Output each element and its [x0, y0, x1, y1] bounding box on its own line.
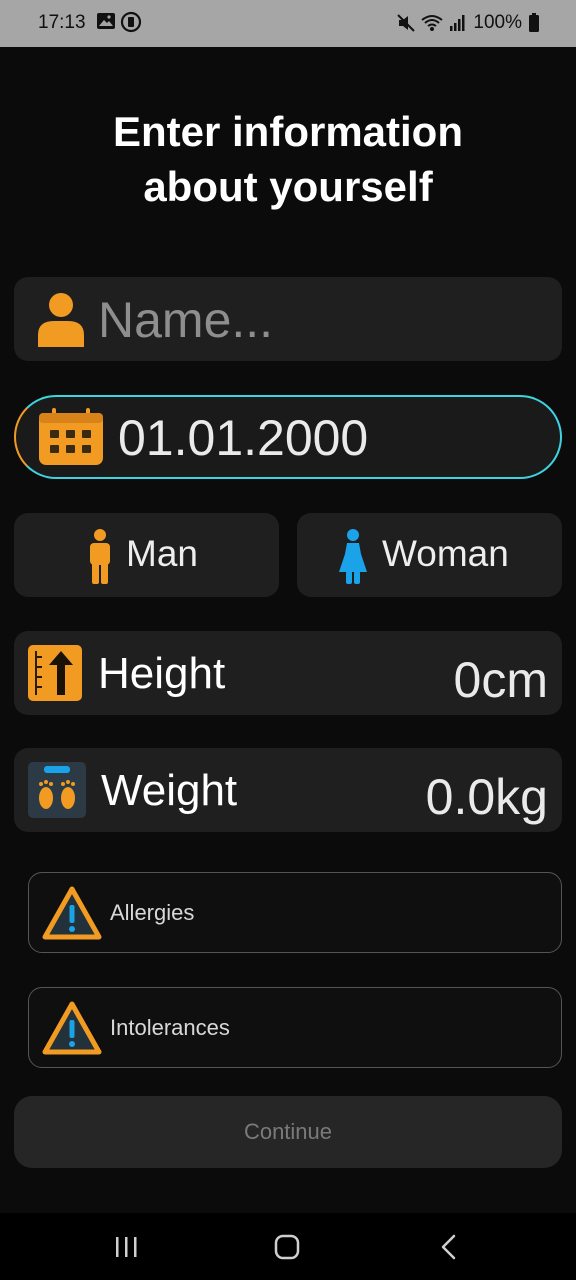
birthdate-field[interactable]: 01.01.2000 [14, 395, 562, 479]
battery-icon [529, 13, 539, 32]
intolerances-button[interactable]: Intolerances [28, 987, 562, 1068]
birthdate-value: 01.01.2000 [118, 410, 369, 466]
height-value: 0cm [453, 652, 548, 708]
name-input[interactable]: Name... [14, 277, 562, 361]
recent-apps-icon[interactable] [106, 1231, 146, 1263]
name-placeholder: Name... [98, 292, 274, 348]
screen-record-icon [120, 11, 142, 33]
signal-icon [450, 15, 465, 31]
woman-icon [339, 529, 367, 584]
continue-button[interactable]: Continue [14, 1096, 562, 1168]
battery-percent: 100% [473, 12, 522, 33]
status-bar: 17:13 100% [0, 0, 576, 47]
allergies-button[interactable]: Allergies [28, 872, 562, 953]
warning-icon [42, 886, 102, 940]
status-time: 17:13 [38, 12, 86, 33]
navigation-bar [0, 1213, 576, 1280]
home-icon[interactable] [267, 1231, 307, 1263]
height-ruler-icon [28, 645, 82, 701]
person-icon [38, 293, 84, 347]
page-title-line2: about yourself [143, 163, 433, 210]
page-title-line1: Enter information [112, 108, 463, 155]
weight-field[interactable]: Weight 0.0kg [14, 748, 562, 832]
gender-woman-button[interactable]: Woman [297, 513, 562, 597]
calendar-icon [39, 408, 103, 465]
gender-man-label: Man [126, 533, 198, 574]
back-icon[interactable] [429, 1231, 469, 1263]
man-icon [90, 529, 110, 584]
height-field[interactable]: Height 0cm [14, 631, 562, 715]
status-system-icons: 100% [397, 12, 540, 34]
gender-man-button[interactable]: Man [14, 513, 279, 597]
weight-label: Weight [101, 766, 238, 815]
status-notification-icons [96, 11, 142, 33]
gender-woman-label: Woman [382, 533, 509, 574]
page-title: Enter information about yourself [0, 104, 576, 214]
intolerances-label: Intolerances [110, 1015, 230, 1040]
wifi-icon [421, 15, 444, 31]
gallery-icon [97, 13, 115, 29]
height-label: Height [98, 649, 226, 698]
warning-icon [42, 1001, 102, 1055]
weight-value: 0.0kg [425, 769, 548, 825]
allergies-label: Allergies [110, 900, 195, 925]
scale-icon [28, 762, 86, 818]
mute-icon [397, 14, 416, 32]
